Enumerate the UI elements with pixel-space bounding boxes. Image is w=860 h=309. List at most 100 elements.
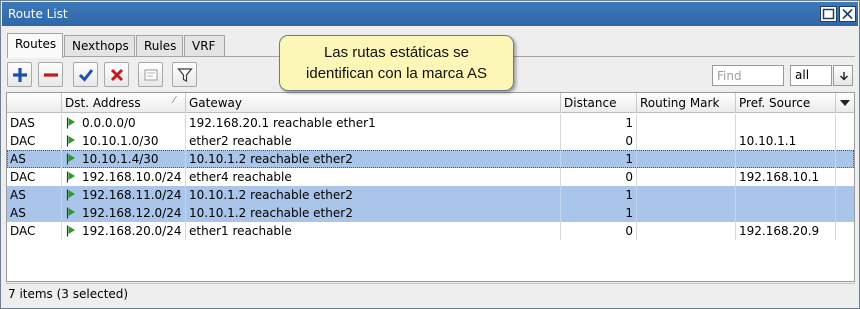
add-icon bbox=[13, 68, 27, 82]
route-flag-icon bbox=[66, 153, 75, 165]
cell-distance: 0 bbox=[561, 168, 637, 186]
tab-rules[interactable]: Rules bbox=[136, 35, 183, 57]
column-menu-icon bbox=[840, 100, 850, 106]
cell-distance: 1 bbox=[561, 114, 637, 132]
dst-address-text: 192.168.12.0/24 bbox=[82, 206, 182, 220]
cell-flags: AS bbox=[7, 150, 62, 168]
cell-routing-mark bbox=[637, 132, 736, 150]
window-title: Route List bbox=[8, 7, 68, 21]
route-flag-icon bbox=[66, 171, 75, 183]
col-dst-address[interactable]: Dst. Address ⁄ bbox=[62, 93, 186, 113]
cell-gateway: 10.10.1.2 reachable ether2 bbox=[186, 186, 561, 204]
cell-dst-address: 10.10.1.4/30 bbox=[62, 150, 186, 168]
remove-button[interactable] bbox=[38, 62, 63, 87]
dst-address-text: 10.10.1.4/30 bbox=[82, 152, 159, 166]
dst-address-text: 192.168.10.0/24 bbox=[82, 170, 182, 184]
remove-icon bbox=[44, 73, 58, 77]
status-bar: 7 items (3 selected) bbox=[6, 283, 855, 304]
disable-button[interactable] bbox=[104, 62, 129, 87]
cell-flags: AS bbox=[7, 204, 62, 222]
cell-flags: DAC bbox=[7, 168, 62, 186]
status-text: 7 items (3 selected) bbox=[8, 287, 129, 301]
cell-pref-source bbox=[736, 150, 836, 168]
close-button[interactable] bbox=[839, 6, 856, 22]
dst-address-text: 192.168.11.0/24 bbox=[82, 188, 182, 202]
cell-flags: DAC bbox=[7, 222, 62, 240]
cell-dst-address: 10.10.1.0/30 bbox=[62, 132, 186, 150]
cell-pref-source bbox=[736, 204, 836, 222]
table-row[interactable]: DAC 10.10.1.0/30 ether2 reachable 0 10.10.1.… bbox=[7, 132, 854, 150]
restore-button[interactable] bbox=[820, 6, 837, 22]
comment-button[interactable] bbox=[138, 62, 163, 87]
chevron-down-icon bbox=[840, 72, 848, 81]
title-bar[interactable]: Route List bbox=[2, 2, 858, 26]
route-table: Dst. Address ⁄ Gateway Distance Routing … bbox=[6, 92, 855, 282]
col-pref-source[interactable]: Pref. Source bbox=[736, 93, 836, 113]
table-header: Dst. Address ⁄ Gateway Distance Routing … bbox=[7, 93, 854, 113]
filter-select-dropdown[interactable] bbox=[833, 65, 853, 86]
cell-routing-mark bbox=[637, 186, 736, 204]
cell-distance: 1 bbox=[561, 150, 637, 168]
filter-button[interactable] bbox=[172, 62, 197, 87]
cell-routing-mark bbox=[637, 168, 736, 186]
cell-flags: DAC bbox=[7, 132, 62, 150]
cell-distance: 0 bbox=[561, 132, 637, 150]
col-dst-address-label: Dst. Address bbox=[65, 96, 141, 110]
dst-address-text: 10.10.1.0/30 bbox=[82, 134, 159, 148]
table-row[interactable]: AS 192.168.12.0/24 10.10.1.2 reachable eth… bbox=[7, 204, 854, 222]
cell-routing-mark bbox=[637, 150, 736, 168]
tab-routes[interactable]: Routes bbox=[7, 33, 63, 58]
close-icon bbox=[842, 8, 853, 20]
table-row[interactable]: DAC 192.168.10.0/24 ether4 reachable 0 192.1… bbox=[7, 168, 854, 186]
table-row[interactable]: AS 10.10.1.4/30 10.10.1.2 reachable ether2… bbox=[7, 150, 854, 168]
table-row[interactable]: DAC 192.168.20.0/24 ether1 reachable 0 192.1… bbox=[7, 222, 854, 240]
enable-button[interactable] bbox=[73, 62, 98, 87]
cell-dst-address: 192.168.11.0/24 bbox=[62, 186, 186, 204]
cell-pref-source: 192.168.10.1 bbox=[736, 168, 836, 186]
annotation-callout: Las rutas estáticas se identifican con l… bbox=[279, 35, 514, 91]
cell-gateway: ether1 reachable bbox=[186, 222, 561, 240]
cell-distance: 1 bbox=[561, 186, 637, 204]
cell-dst-address: 192.168.10.0/24 bbox=[62, 168, 186, 186]
col-flags[interactable] bbox=[7, 93, 62, 113]
col-distance[interactable]: Distance bbox=[561, 93, 637, 113]
cell-gateway: 192.168.20.1 reachable ether1 bbox=[186, 114, 561, 132]
filter-select[interactable]: all bbox=[790, 65, 832, 86]
tab-vrf[interactable]: VRF bbox=[184, 35, 225, 57]
sort-icon: ⁄ bbox=[173, 95, 175, 106]
column-menu-button[interactable] bbox=[836, 93, 854, 113]
col-routing-mark[interactable]: Routing Mark bbox=[637, 93, 736, 113]
cell-gateway: 10.10.1.2 reachable ether2 bbox=[186, 150, 561, 168]
cell-flags: DAS bbox=[7, 114, 62, 132]
find-input[interactable] bbox=[712, 65, 784, 86]
col-gateway[interactable]: Gateway bbox=[186, 93, 561, 113]
cell-pref-source bbox=[736, 186, 836, 204]
route-flag-icon bbox=[66, 189, 75, 201]
route-flag-icon bbox=[66, 117, 75, 129]
cell-pref-source: 10.10.1.1 bbox=[736, 132, 836, 150]
dst-address-text: 0.0.0.0/0 bbox=[82, 116, 136, 130]
dst-address-text: 192.168.20.0/24 bbox=[82, 224, 182, 238]
cell-routing-mark bbox=[637, 222, 736, 240]
cell-routing-mark bbox=[637, 114, 736, 132]
add-button[interactable] bbox=[7, 62, 32, 87]
cell-gateway: 10.10.1.2 reachable ether2 bbox=[186, 204, 561, 222]
table-row[interactable]: AS 192.168.11.0/24 10.10.1.2 reachable eth… bbox=[7, 186, 854, 204]
cell-dst-address: 0.0.0.0/0 bbox=[62, 114, 186, 132]
table-row[interactable]: DAS 0.0.0.0/0 192.168.20.1 reachable ether… bbox=[7, 114, 854, 132]
cell-distance: 1 bbox=[561, 204, 637, 222]
cell-distance: 0 bbox=[561, 222, 637, 240]
cell-gateway: ether4 reachable bbox=[186, 168, 561, 186]
disable-x-icon bbox=[110, 68, 124, 82]
route-flag-icon bbox=[66, 207, 75, 219]
filter-icon bbox=[177, 68, 193, 82]
callout-line-2: identifican con la marca AS bbox=[306, 65, 487, 82]
cell-pref-source bbox=[736, 114, 836, 132]
cell-routing-mark bbox=[637, 204, 736, 222]
enable-check-icon bbox=[78, 69, 94, 82]
cell-dst-address: 192.168.12.0/24 bbox=[62, 204, 186, 222]
tab-nexthops[interactable]: Nexthops bbox=[64, 35, 135, 57]
callout-line-1: Las rutas estáticas se bbox=[323, 44, 470, 61]
restore-icon bbox=[822, 8, 835, 20]
cell-pref-source: 192.168.20.9 bbox=[736, 222, 836, 240]
